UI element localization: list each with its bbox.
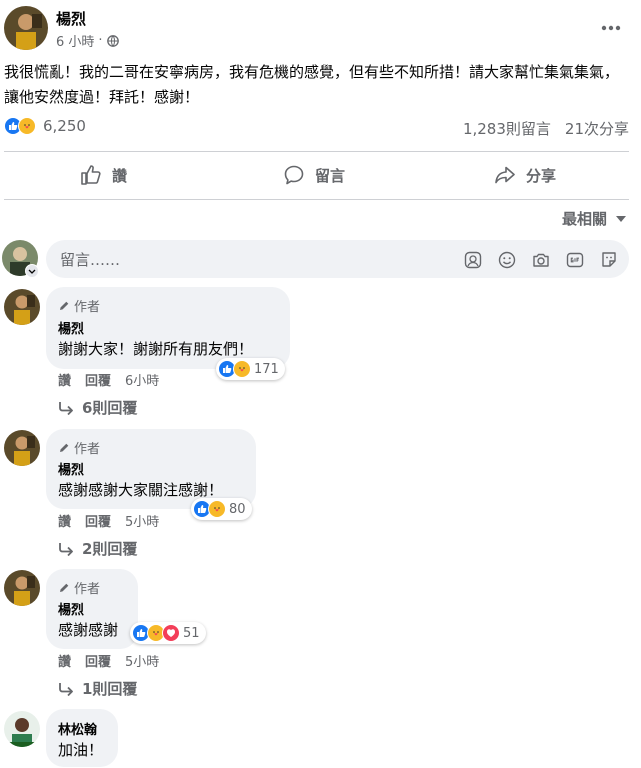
- gif-icon[interactable]: [565, 250, 585, 270]
- post-time[interactable]: 6 小時: [56, 31, 94, 50]
- camera-icon[interactable]: [531, 250, 551, 270]
- comment-avatar[interactable]: [4, 289, 40, 325]
- post-body: 我很慌亂！我的二哥在安寧病房，我有危機的感覺，但有些不知所措！請大家幫忙集氣集氣…: [4, 63, 620, 106]
- comment-button[interactable]: 留言: [283, 153, 345, 197]
- care-reaction-icon: [233, 360, 251, 378]
- sticker-icon[interactable]: [599, 250, 619, 270]
- share-arrow-icon: [494, 164, 516, 186]
- comment-author[interactable]: 楊烈: [58, 318, 84, 337]
- comment-text: 加油！: [58, 741, 104, 759]
- author-avatar[interactable]: [4, 6, 48, 50]
- comment-reaction-count: 171: [254, 361, 279, 377]
- comment-count[interactable]: 1,283則留言: [463, 118, 551, 139]
- comment-avatar[interactable]: [4, 430, 40, 466]
- thumbs-up-icon: [80, 164, 102, 186]
- comment-time[interactable]: 5小時: [125, 511, 159, 530]
- comment-avatar[interactable]: [4, 570, 40, 606]
- comment-author[interactable]: 楊烈: [58, 599, 84, 618]
- author-badge: 作者: [58, 438, 100, 457]
- divider-top: [4, 151, 629, 152]
- sort-dropdown[interactable]: 最相關: [562, 208, 627, 229]
- comment-reactions[interactable]: 80: [191, 498, 252, 520]
- post-meta: 6 小時 ·: [56, 31, 119, 50]
- composer-tools: [463, 250, 619, 270]
- post-reactions[interactable]: 6,250: [4, 117, 86, 135]
- comment-like-link[interactable]: 讚: [58, 651, 71, 670]
- sort-label: 最相關: [561, 210, 607, 228]
- avatar-sticker-icon[interactable]: [463, 250, 483, 270]
- comment-input-placeholder: 留言……: [60, 251, 121, 269]
- emoji-icon[interactable]: [497, 250, 517, 270]
- pencil-icon: [58, 442, 70, 454]
- comment-actions: 讚 回覆 5小時: [58, 511, 159, 530]
- comment-author[interactable]: 楊烈: [58, 459, 84, 478]
- view-replies[interactable]: 6則回覆: [58, 397, 137, 418]
- author-badge: 作者: [58, 296, 100, 315]
- view-replies[interactable]: 1則回覆: [58, 678, 137, 699]
- reply-arrow-icon: [58, 401, 74, 415]
- comment-author[interactable]: 林松翰: [58, 719, 97, 738]
- comment-text: 謝謝大家！謝謝所有朋友們！: [58, 340, 254, 358]
- like-button[interactable]: 讚: [80, 153, 127, 197]
- comment-reactions[interactable]: 171: [216, 358, 285, 380]
- comment-reaction-count: 80: [229, 501, 246, 517]
- caret-down-icon: [615, 215, 627, 223]
- reply-arrow-icon: [58, 682, 74, 696]
- comment-reply-link[interactable]: 回覆: [85, 651, 111, 670]
- comment-reply-link[interactable]: 回覆: [85, 511, 111, 530]
- comment-text: 感謝感謝: [58, 621, 119, 639]
- comment-bubble: 林松翰 加油！: [46, 709, 118, 767]
- comment-time[interactable]: 5小時: [125, 651, 159, 670]
- profile-menu-chevron-icon[interactable]: [25, 264, 39, 278]
- post-stats-right: 1,283則留言 21次分享: [463, 118, 629, 139]
- comment-reply-link[interactable]: 回覆: [85, 370, 111, 389]
- comment-like-link[interactable]: 讚: [58, 511, 71, 530]
- comment-actions: 讚 回覆 5小時: [58, 651, 159, 670]
- comment-bubble: 作者 楊烈 感謝感謝: [46, 569, 138, 649]
- love-reaction-icon: [162, 624, 180, 642]
- more-options-icon[interactable]: [601, 18, 621, 38]
- comment-bubble-icon: [283, 164, 305, 186]
- view-replies[interactable]: 2則回覆: [58, 538, 137, 559]
- share-button[interactable]: 分享: [494, 153, 556, 197]
- author-badge: 作者: [58, 578, 100, 597]
- comment-reactions[interactable]: 51: [130, 622, 206, 644]
- comment-time[interactable]: 6小時: [125, 370, 159, 389]
- comment-reaction-count: 51: [183, 625, 200, 641]
- reply-arrow-icon: [58, 542, 74, 556]
- care-reaction-icon: [18, 117, 36, 135]
- post-author-name[interactable]: 楊烈: [56, 8, 86, 29]
- comment-avatar[interactable]: [4, 711, 40, 747]
- reaction-count: 6,250: [43, 117, 86, 135]
- comment-bubble: 作者 楊烈 謝謝大家！謝謝所有朋友們！: [46, 287, 290, 369]
- share-count[interactable]: 21次分享: [565, 118, 629, 139]
- pencil-icon: [58, 300, 70, 312]
- comment-like-link[interactable]: 讚: [58, 370, 71, 389]
- pencil-icon: [58, 582, 70, 594]
- comment-actions: 讚 回覆 6小時: [58, 370, 159, 389]
- divider-bottom: [4, 199, 629, 200]
- care-reaction-icon: [208, 500, 226, 518]
- globe-icon: [106, 34, 119, 47]
- comment-bubble: 作者 楊烈 感謝感謝大家關注感謝！: [46, 429, 256, 509]
- comment-text: 感謝感謝大家關注感謝！: [58, 481, 224, 499]
